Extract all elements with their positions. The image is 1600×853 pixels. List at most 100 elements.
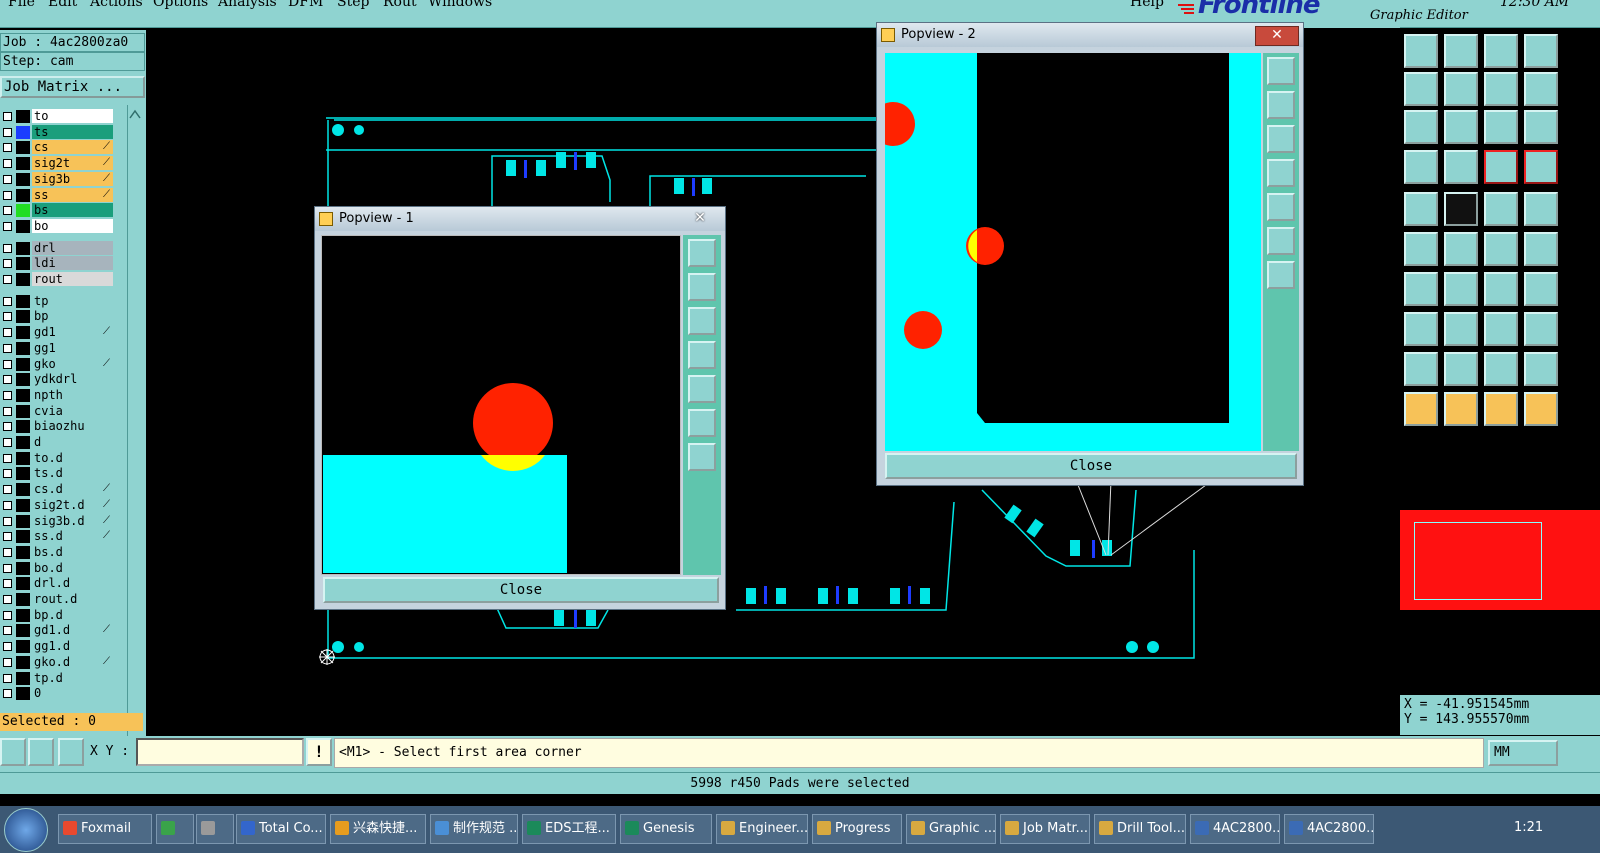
copy-feature-icon[interactable]: [1524, 312, 1558, 346]
layer-checkbox[interactable]: [3, 469, 12, 479]
menu-file[interactable]: File: [8, 0, 35, 10]
select-polygon-icon[interactable]: [1484, 392, 1518, 426]
layer-row[interactable]: d: [0, 435, 117, 450]
taskbar-item[interactable]: 兴森快捷...: [330, 814, 426, 844]
close-icon[interactable]: ✕: [679, 210, 721, 228]
layer-row[interactable]: cs.d ⟋: [0, 482, 117, 497]
pan-down-icon[interactable]: [1267, 125, 1295, 153]
zoom-center-icon[interactable]: [1444, 110, 1478, 144]
add-pad-icon[interactable]: [1404, 192, 1438, 226]
arc-icon[interactable]: [1484, 272, 1518, 306]
layer-checkbox[interactable]: [3, 143, 12, 153]
layer-checkbox[interactable]: [3, 485, 12, 495]
taskbar-item[interactable]: 制作规范 ...: [430, 814, 518, 844]
window-layout-icon[interactable]: [1524, 34, 1558, 68]
zoom-out-icon[interactable]: [1267, 227, 1295, 255]
layer-checkbox[interactable]: [3, 375, 12, 385]
layer-checkbox[interactable]: [3, 422, 12, 432]
parallel-lines-icon[interactable]: [1524, 272, 1558, 306]
taskbar-item[interactable]: 4AC2800...: [1190, 814, 1280, 844]
net-connect-icon[interactable]: [1524, 150, 1558, 184]
layer-row[interactable]: sig2t.d ⟋: [0, 497, 117, 513]
layer-checkbox[interactable]: [3, 610, 12, 620]
layer-row[interactable]: drl.d: [0, 576, 117, 591]
zoom-in-icon[interactable]: [1267, 261, 1295, 289]
feature-select-icon[interactable]: [1444, 150, 1478, 184]
popview-1-window[interactable]: Popview - 1 ✕ Close: [314, 206, 726, 610]
layer-checkbox[interactable]: [3, 642, 12, 652]
layer-checkbox[interactable]: [3, 159, 12, 169]
layer-row[interactable]: to: [0, 109, 117, 124]
layer-row[interactable]: cvia: [0, 403, 117, 419]
overview-minimap[interactable]: [1400, 510, 1600, 610]
layer-checkbox[interactable]: [3, 579, 12, 589]
minimap-viewport[interactable]: [1414, 522, 1542, 600]
popview-1-titlebar[interactable]: Popview - 1 ✕: [315, 207, 725, 231]
layer-row[interactable]: rout.d: [0, 592, 117, 607]
layer-checkbox[interactable]: [3, 547, 12, 557]
layer-row[interactable]: gg1.d: [0, 639, 117, 654]
pan-right-icon[interactable]: [1267, 193, 1295, 221]
popview-2-canvas[interactable]: [885, 53, 1261, 451]
layer-row[interactable]: gg1: [0, 340, 117, 356]
menu-dfm[interactable]: DFM: [288, 0, 323, 10]
layer-checkbox[interactable]: [3, 595, 12, 604]
layer-row[interactable]: drl: [0, 240, 117, 256]
snap-angle-icon[interactable]: [28, 738, 54, 766]
xy-input[interactable]: [136, 738, 304, 766]
pan-left-icon[interactable]: [688, 341, 716, 369]
layer-row[interactable]: ss.d ⟋: [0, 529, 117, 544]
layer-row[interactable]: npth: [0, 387, 117, 403]
layer-row[interactable]: bo: [0, 218, 117, 234]
layer-row[interactable]: bp: [0, 309, 117, 324]
layer-checkbox[interactable]: [3, 438, 12, 447]
scale-1-2-icon[interactable]: [1484, 110, 1518, 144]
layer-checkbox[interactable]: [3, 532, 12, 542]
layer-checkbox[interactable]: [3, 406, 12, 416]
menu-rout[interactable]: Rout: [383, 0, 417, 10]
connect-nodes-icon[interactable]: [1404, 232, 1438, 266]
draw-line-icon[interactable]: [1404, 272, 1438, 306]
select-pointer-icon[interactable]: [1404, 392, 1438, 426]
layer-checkbox[interactable]: [3, 359, 12, 369]
layer-row[interactable]: bs.d: [0, 544, 117, 560]
triangle-add-icon[interactable]: [1404, 352, 1438, 386]
slant-line-icon[interactable]: [1444, 272, 1478, 306]
menu-step[interactable]: Step: [337, 0, 369, 10]
pan-down-icon[interactable]: [688, 307, 716, 335]
layer-row[interactable]: biaozhu: [0, 419, 117, 434]
layer-checkbox[interactable]: [3, 500, 12, 510]
taskbar-item[interactable]: [156, 814, 194, 844]
graphic-control-icon[interactable]: [1404, 150, 1438, 184]
taskbar-item[interactable]: Total Co...: [236, 814, 326, 844]
layer-checkbox[interactable]: [3, 221, 12, 231]
net-highlight-icon[interactable]: [1484, 150, 1518, 184]
triangle-move-icon[interactable]: [1444, 352, 1478, 386]
popview-2-window[interactable]: Popview - 2 ✕ Close: [876, 22, 1304, 486]
snap-center-icon[interactable]: [58, 738, 84, 766]
layer-checkbox[interactable]: [3, 390, 12, 400]
layer-checkbox[interactable]: [3, 516, 12, 526]
select-net-icon[interactable]: [1524, 392, 1558, 426]
units-select[interactable]: MM: [1488, 740, 1558, 766]
layer-row[interactable]: gd1.d ⟋: [0, 623, 117, 638]
pan-right-icon[interactable]: [688, 375, 716, 403]
menu-analysis[interactable]: Analysis: [218, 0, 277, 10]
split-line-icon[interactable]: [1444, 312, 1478, 346]
close-icon[interactable]: ✕: [1255, 26, 1299, 46]
layer-row[interactable]: ts.d: [0, 466, 117, 481]
taskbar-item[interactable]: EDS工程...: [522, 814, 616, 844]
help-icon[interactable]: [1524, 110, 1558, 144]
layer-checkbox[interactable]: [3, 657, 12, 667]
layer-checkbox[interactable]: [3, 296, 12, 306]
layer-row[interactable]: to.d: [0, 450, 117, 466]
layer-checkbox[interactable]: [3, 243, 12, 253]
triangle-rotate-icon[interactable]: [1524, 352, 1558, 386]
zoom-extent-icon[interactable]: [1404, 110, 1438, 144]
layer-row[interactable]: bo.d: [0, 560, 117, 576]
popview-2-close-button[interactable]: Close: [885, 453, 1297, 479]
layer-row[interactable]: gko ⟋: [0, 356, 117, 372]
layer-row[interactable]: sig3b.d ⟋: [0, 513, 117, 529]
taskbar-item[interactable]: Graphic ...: [906, 814, 996, 844]
redo-icon[interactable]: [1524, 72, 1558, 106]
